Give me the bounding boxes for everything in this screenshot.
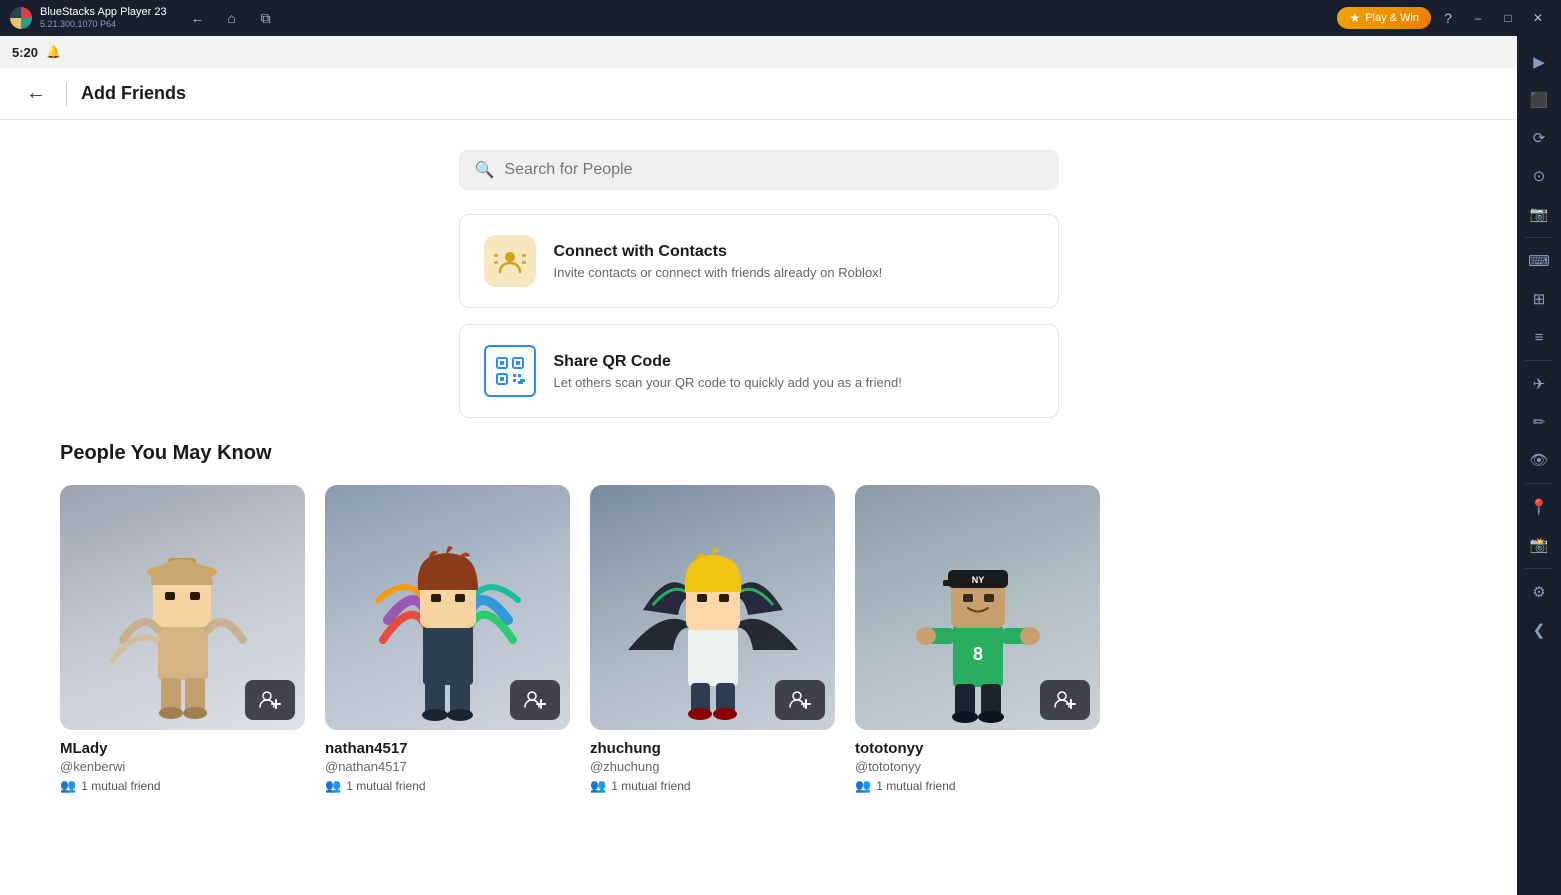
mutual-icon-1: 👥 <box>325 778 341 794</box>
sidebar-menu-button[interactable]: ≡ <box>1521 319 1557 355</box>
sidebar-divider-1 <box>1525 237 1553 238</box>
app-name-label: BlueStacks App Player 23 5.21.300.1070 P… <box>40 6 167 30</box>
person-avatar-2 <box>590 485 835 730</box>
qr-card-desc: Let others scan your QR code to quickly … <box>554 375 902 390</box>
main-area: 5:20 🔔 ← Add Friends 🔍 <box>0 36 1561 895</box>
search-icon: 🔍 <box>475 160 495 180</box>
svg-text:8: 8 <box>972 644 982 664</box>
sidebar-settings-button[interactable]: ⚙ <box>1521 574 1557 610</box>
play-win-label: Play & Win <box>1365 12 1419 24</box>
search-bar: 🔍 <box>459 150 1059 190</box>
person-name-0: MLady <box>60 740 305 757</box>
minimize-button[interactable]: – <box>1465 5 1491 31</box>
person-handle-3: @tototonyy <box>855 759 1100 774</box>
person-avatar-3: 8 NY <box>855 485 1100 730</box>
sidebar-record-button[interactable]: ⊙ <box>1521 158 1557 194</box>
sidebar-play-button[interactable]: ▶ <box>1521 44 1557 80</box>
nav-back-button[interactable]: ← <box>185 5 211 31</box>
back-button[interactable]: ← <box>20 78 52 110</box>
svg-text:NY: NY <box>971 575 984 585</box>
person-card-0: MLady @kenberwi 👥 1 mutual friend <box>60 485 305 794</box>
sidebar-screenshot-button[interactable]: 📷 <box>1521 196 1557 232</box>
search-input[interactable] <box>504 161 1042 179</box>
notification-icon: 🔔 <box>46 45 61 59</box>
people-section-title: People You May Know <box>60 442 1457 465</box>
add-friend-button-0[interactable] <box>245 680 295 720</box>
person-card-2: zhuchung @zhuchung 👥 1 mutual friend <box>590 485 835 794</box>
sidebar-divider-4 <box>1525 568 1553 569</box>
nav-home-button[interactable]: ⌂ <box>219 5 245 31</box>
person-handle-1: @nathan4517 <box>325 759 570 774</box>
connect-contacts-card[interactable]: Connect with Contacts Invite contacts or… <box>459 214 1059 308</box>
people-grid: MLady @kenberwi 👥 1 mutual friend <box>60 485 1457 794</box>
sidebar-divider-2 <box>1525 360 1553 361</box>
add-friend-button-2[interactable] <box>775 680 825 720</box>
person-name-3: tototonyy <box>855 740 1100 757</box>
action-cards: Connect with Contacts Invite contacts or… <box>459 214 1059 434</box>
sidebar-edit-button[interactable]: ✏ <box>1521 404 1557 440</box>
mutual-icon-0: 👥 <box>60 778 76 794</box>
person-mutual-1: 👥 1 mutual friend <box>325 778 570 794</box>
sidebar-camera-button[interactable]: 📸 <box>1521 527 1557 563</box>
sidebar-location-button[interactable]: 📍 <box>1521 489 1557 525</box>
right-sidebar: ▶ ⬛ ⟳ ⊙ 📷 ⌨ ⊞ ≡ ✈ ✏ 👁 📍 📸 ⚙ ❮ <box>1517 36 1561 895</box>
play-win-button[interactable]: ★ Play & Win <box>1337 7 1431 29</box>
share-qr-card[interactable]: Share QR Code Let others scan your QR co… <box>459 324 1059 418</box>
status-time: 5:20 <box>12 45 38 60</box>
contacts-card-title: Connect with Contacts <box>554 243 883 261</box>
person-name-1: nathan4517 <box>325 740 570 757</box>
maximize-button[interactable]: □ <box>1495 5 1521 31</box>
scroll-content[interactable]: 🔍 <box>0 120 1517 895</box>
titlebar-nav: ← ⌂ ⧉ <box>185 5 279 31</box>
qr-icon <box>484 345 536 397</box>
qr-card-title: Share QR Code <box>554 353 902 371</box>
sidebar-screen-button[interactable]: ⬛ <box>1521 82 1557 118</box>
qr-card-text: Share QR Code Let others scan your QR co… <box>554 353 902 390</box>
person-handle-2: @zhuchung <box>590 759 835 774</box>
sidebar-collapse-button[interactable]: ❮ <box>1521 612 1557 648</box>
titlebar-right: ★ Play & Win ? – □ ✕ <box>1337 5 1551 31</box>
sidebar-flight-button[interactable]: ✈ <box>1521 366 1557 402</box>
person-card-3: 8 NY <box>855 485 1100 794</box>
add-friend-button-3[interactable] <box>1040 680 1090 720</box>
person-name-2: zhuchung <box>590 740 835 757</box>
page-title: Add Friends <box>81 83 186 104</box>
bluestacks-logo <box>10 7 32 29</box>
help-button[interactable]: ? <box>1435 5 1461 31</box>
contacts-card-text: Connect with Contacts Invite contacts or… <box>554 243 883 280</box>
page-header: ← Add Friends <box>0 68 1517 120</box>
person-mutual-0: 👥 1 mutual friend <box>60 778 305 794</box>
person-mutual-2: 👥 1 mutual friend <box>590 778 835 794</box>
mutual-icon-2: 👥 <box>590 778 606 794</box>
sidebar-keyboard-button[interactable]: ⌨ <box>1521 243 1557 279</box>
person-avatar-1 <box>325 485 570 730</box>
nav-multi-button[interactable]: ⧉ <box>253 5 279 31</box>
mutual-icon-3: 👥 <box>855 778 871 794</box>
titlebar: BlueStacks App Player 23 5.21.300.1070 P… <box>0 0 1561 36</box>
people-section: People You May Know <box>60 442 1457 794</box>
header-divider <box>66 82 67 106</box>
person-card-1: nathan4517 @nathan4517 👥 1 mutual friend <box>325 485 570 794</box>
add-friend-button-1[interactable] <box>510 680 560 720</box>
person-avatar-0 <box>60 485 305 730</box>
sidebar-refresh-button[interactable]: ⟳ <box>1521 120 1557 156</box>
contacts-card-desc: Invite contacts or connect with friends … <box>554 265 883 280</box>
status-bar: 5:20 🔔 <box>0 36 1517 68</box>
close-button[interactable]: ✕ <box>1525 5 1551 31</box>
sidebar-divider-3 <box>1525 483 1553 484</box>
play-win-star: ★ <box>1349 11 1360 25</box>
search-input-wrap[interactable]: 🔍 <box>459 150 1059 190</box>
app-content: 5:20 🔔 ← Add Friends 🔍 <box>0 36 1517 895</box>
person-mutual-3: 👥 1 mutual friend <box>855 778 1100 794</box>
contacts-icon <box>484 235 536 287</box>
sidebar-grid-button[interactable]: ⊞ <box>1521 281 1557 317</box>
person-handle-0: @kenberwi <box>60 759 305 774</box>
sidebar-eye-button[interactable]: 👁 <box>1521 442 1557 478</box>
